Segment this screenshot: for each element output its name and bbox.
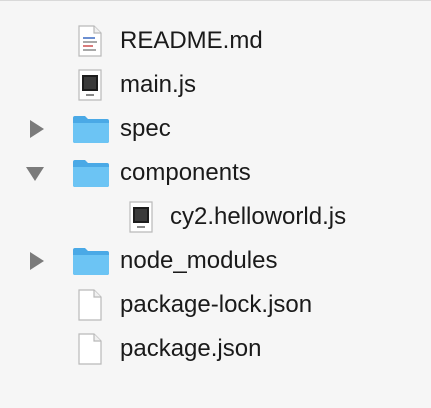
disclosure-triangle-collapsed-icon[interactable] bbox=[30, 120, 44, 138]
list-item-package-lock-json[interactable]: package-lock.json bbox=[0, 283, 431, 327]
list-item-components[interactable]: components bbox=[0, 151, 431, 195]
file-label: cy2.helloworld.js bbox=[170, 203, 347, 230]
folder-label: components bbox=[120, 159, 251, 186]
file-label: package.json bbox=[120, 335, 262, 362]
file-label: package-lock.json bbox=[120, 291, 313, 318]
folder-icon bbox=[72, 246, 110, 276]
folder-label: node_modules bbox=[120, 247, 278, 274]
markdown-file-icon bbox=[78, 25, 102, 57]
js-file-icon bbox=[129, 201, 153, 233]
folder-icon bbox=[72, 114, 110, 144]
file-label: README.md bbox=[120, 27, 263, 54]
list-item-cy2-helloworld-js[interactable]: cy2.helloworld.js bbox=[0, 195, 431, 239]
list-item-main-js[interactable]: main.js bbox=[0, 63, 431, 107]
folder-icon bbox=[72, 158, 110, 188]
list-item-package-json[interactable]: package.json bbox=[0, 327, 431, 371]
list-item-spec[interactable]: spec bbox=[0, 107, 431, 151]
list-item-readme[interactable]: README.md bbox=[0, 19, 431, 63]
file-label: main.js bbox=[120, 71, 197, 98]
disclosure-triangle-expanded-icon[interactable] bbox=[26, 167, 44, 181]
js-file-icon bbox=[78, 69, 102, 101]
list-item-node-modules[interactable]: node_modules bbox=[0, 239, 431, 283]
folder-label: spec bbox=[120, 115, 171, 142]
json-file-icon bbox=[78, 289, 102, 321]
disclosure-triangle-collapsed-icon[interactable] bbox=[30, 252, 44, 270]
json-file-icon bbox=[78, 333, 102, 365]
file-list: README.md main.js spec components cy2.he… bbox=[0, 0, 431, 408]
